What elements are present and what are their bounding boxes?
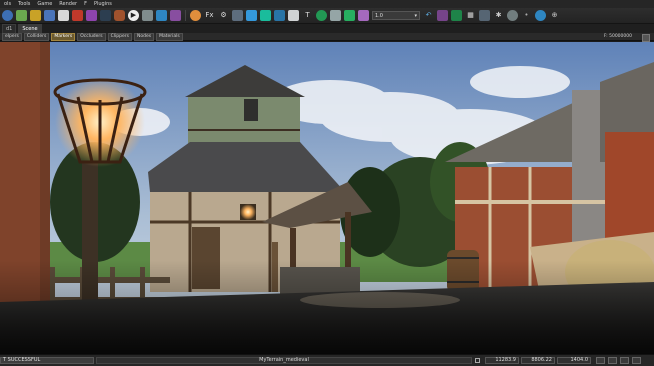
viewport-filter-bar: elpers Colliders Markers Occluders Clipp… xyxy=(0,32,654,42)
save-icon[interactable] xyxy=(44,10,55,21)
lock-icon[interactable] xyxy=(475,358,480,363)
terrain-paint-icon[interactable] xyxy=(437,10,448,21)
grid-toggle-icon[interactable]: ▦ xyxy=(465,10,476,21)
sync-player-icon[interactable] xyxy=(632,357,641,364)
landscape-icon[interactable] xyxy=(156,10,167,21)
main-toolbar: ▶ Fx ⚙ T 1.0 ▾ ↶ ▦ ✱ • ⊕ xyxy=(0,8,654,24)
coord-x[interactable]: 11283.9 xyxy=(485,357,519,364)
filter-clippers[interactable]: Clippers xyxy=(107,32,132,41)
rendered-scene xyxy=(0,42,654,354)
menu-bar: ols Tools Game Render F Plugins xyxy=(0,0,654,8)
dot-icon[interactable]: • xyxy=(521,10,532,21)
filter-colliders[interactable]: Colliders xyxy=(23,32,50,41)
options-icon[interactable]: ⊕ xyxy=(549,10,560,21)
export-icon[interactable] xyxy=(58,10,69,21)
undo-history-icon[interactable] xyxy=(100,10,111,21)
filter-nodes[interactable]: Nodes xyxy=(133,32,155,41)
open-folder-icon[interactable] xyxy=(30,10,41,21)
menu-f[interactable]: F xyxy=(84,0,87,8)
layers-panel-icon[interactable] xyxy=(479,10,490,21)
coord-y[interactable]: 8806.22 xyxy=(521,357,555,364)
globe-icon[interactable] xyxy=(2,10,13,21)
layers-icon[interactable] xyxy=(86,10,97,21)
settings-icon[interactable]: ⚙ xyxy=(218,10,229,21)
grid-icon[interactable] xyxy=(142,10,153,21)
vegetation-icon[interactable] xyxy=(451,10,462,21)
level-name: MyTerrain_medieval xyxy=(96,357,472,364)
filter-helpers[interactable]: elpers xyxy=(2,32,22,41)
menu-tools[interactable]: Tools xyxy=(18,0,30,8)
rotate-undo-icon[interactable]: ↶ xyxy=(423,10,434,21)
chevron-down-icon: ▾ xyxy=(414,12,417,19)
snap-grid-icon[interactable] xyxy=(330,10,341,21)
menu-plugins[interactable]: Plugins xyxy=(94,0,112,8)
material-icon[interactable] xyxy=(316,10,327,21)
coord-z[interactable]: 1404.0 xyxy=(557,357,591,364)
entity-icon[interactable] xyxy=(260,10,271,21)
status-bar: T SUCCESSFUL MyTerrain_medieval 11283.9 … xyxy=(0,354,654,366)
toolbar-separator xyxy=(185,10,186,21)
menu-game[interactable]: Game xyxy=(37,0,52,8)
snap-angle-icon[interactable] xyxy=(608,357,617,364)
filter-occluders[interactable]: Occluders xyxy=(77,32,106,41)
camera-speed-icon[interactable] xyxy=(596,357,605,364)
scene-viewport[interactable] xyxy=(0,42,654,354)
sphere-icon[interactable] xyxy=(190,10,201,21)
snap-value: 1.0 xyxy=(375,12,383,19)
menu-tools-partial[interactable]: ols xyxy=(4,0,11,8)
terrain-collision-icon[interactable] xyxy=(620,357,629,364)
filter-markers[interactable]: Markers xyxy=(51,32,76,41)
editor-window: ols Tools Game Render F Plugins ▶ Fx ⚙ T xyxy=(0,0,654,366)
effects-icon[interactable]: Fx xyxy=(204,10,215,21)
snap-value-dropdown[interactable]: 1.0 ▾ xyxy=(372,11,420,20)
barrel-icon[interactable] xyxy=(114,10,125,21)
filter-toggle-icon[interactable] xyxy=(642,34,650,42)
text-tool-icon[interactable]: T xyxy=(302,10,313,21)
filter-materials[interactable]: Materials xyxy=(156,32,183,41)
build-status: T SUCCESSFUL xyxy=(0,357,94,364)
camera-icon[interactable] xyxy=(246,10,257,21)
paint-icon[interactable] xyxy=(170,10,181,21)
terrain-icon[interactable] xyxy=(344,10,355,21)
info-icon[interactable] xyxy=(507,10,518,21)
vignette xyxy=(0,42,654,354)
new-file-icon[interactable] xyxy=(16,10,27,21)
menu-render[interactable]: Render xyxy=(59,0,77,8)
zoom-readout: F: 50000000 xyxy=(603,34,632,39)
play-icon[interactable]: ▶ xyxy=(128,10,139,21)
help-icon[interactable] xyxy=(535,10,546,21)
physics-icon[interactable] xyxy=(288,10,299,21)
import-icon[interactable] xyxy=(72,10,83,21)
object-icon[interactable] xyxy=(232,10,243,21)
gear-icon[interactable]: ✱ xyxy=(493,10,504,21)
save-level-icon[interactable] xyxy=(274,10,285,21)
object-browser-icon[interactable] xyxy=(358,10,369,21)
